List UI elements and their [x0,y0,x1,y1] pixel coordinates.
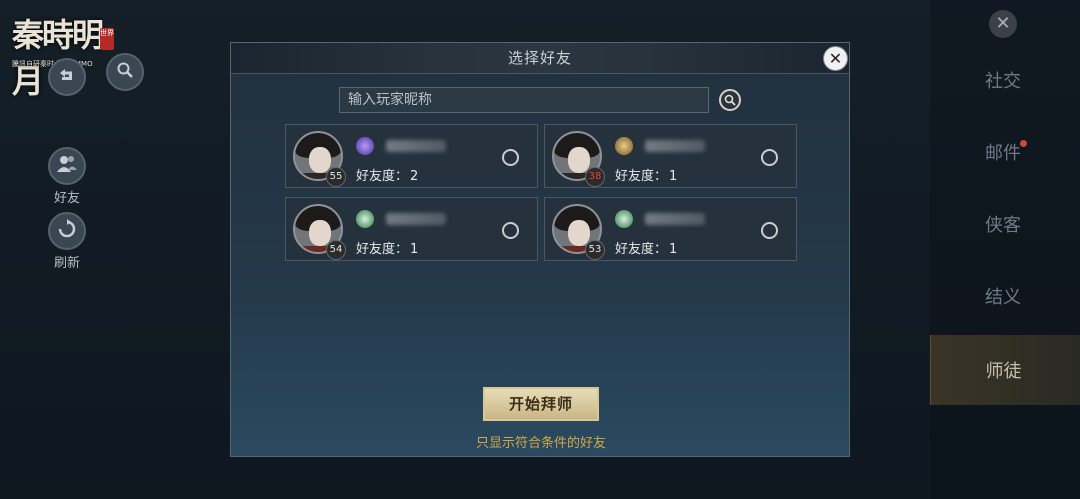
tab-social[interactable]: 社交 [930,45,1080,115]
friend-card[interactable]: 54 好友度： 1 [285,197,538,261]
tab-sworn[interactable]: 结义 [930,261,1080,331]
purple-school-icon [356,137,374,155]
level-badge: 55 [326,167,346,187]
select-radio[interactable] [761,222,778,239]
blurred-player-name [386,213,446,225]
close-panel-button[interactable]: ✕ [989,10,1017,38]
refresh-button[interactable] [48,212,86,250]
select-friend-dialog: 选择好友 ✕ 输入玩家昵称 55 好友度： 2 38 好友度： 1 54 好友度： 1 [230,42,850,457]
affinity-text: 好友度： 2 [356,169,419,184]
search-icon [724,91,736,110]
select-radio[interactable] [502,222,519,239]
gold-school-icon [615,137,633,155]
dialog-close-button[interactable]: ✕ [823,46,848,71]
search-round-button[interactable] [106,53,144,91]
close-icon: ✕ [828,49,843,68]
level-badge: 38 [585,167,605,187]
level-badge: 53 [585,240,605,260]
tab-mentorship[interactable]: 师徒 [930,335,1080,405]
friends-label[interactable]: 好友 [47,187,87,206]
dialog-title: 选择好友 [507,49,572,67]
friends-icon [56,154,78,178]
blurred-player-name [386,140,446,152]
blurred-player-name [645,140,705,152]
mail-notification-dot [1020,140,1027,147]
affinity-text: 好友度： 1 [356,242,419,257]
refresh-icon [57,219,77,243]
logo-seal: 世界 [100,28,114,50]
back-icon [58,67,76,87]
refresh-label[interactable]: 刷新 [47,252,87,271]
eligible-friends-filter[interactable]: 只显示符合条件的好友 [231,432,851,451]
green-school-icon [356,210,374,228]
friends-button[interactable] [48,147,86,185]
magnifier-icon [116,61,134,83]
search-button[interactable] [719,89,741,111]
affinity-text: 好友度： 1 [615,242,678,257]
select-radio[interactable] [761,149,778,166]
friend-card[interactable]: 53 好友度： 1 [544,197,797,261]
level-badge: 54 [326,240,346,260]
friend-card[interactable]: 55 好友度： 2 [285,124,538,188]
back-button[interactable] [48,58,86,96]
nickname-search-input[interactable]: 输入玩家昵称 [339,87,709,113]
select-radio[interactable] [502,149,519,166]
start-apprentice-button[interactable]: 开始拜师 [483,387,599,421]
green-school-icon [615,210,633,228]
blurred-player-name [645,213,705,225]
tab-mail[interactable]: 邮件 [930,117,1080,187]
game-logo: 秦時明月 世界 騰訊自研秦时大世界MMO [6,6,116,100]
tab-heroes[interactable]: 侠客 [930,189,1080,259]
affinity-text: 好友度： 1 [615,169,678,184]
friend-card[interactable]: 38 好友度： 1 [544,124,797,188]
close-icon: ✕ [995,13,1011,34]
